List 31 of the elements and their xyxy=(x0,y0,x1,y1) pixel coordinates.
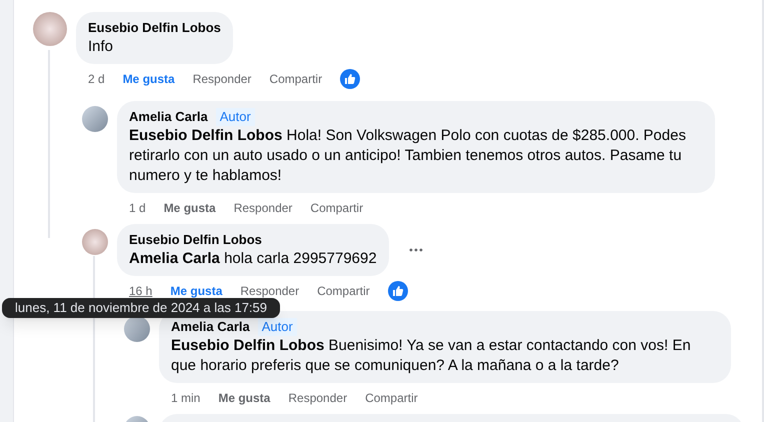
reply-link[interactable]: Responder xyxy=(288,389,348,407)
share-link[interactable]: Compartir xyxy=(317,282,370,300)
comment-text: Eusebio Delfin Lobos Buenisimo! Ya se van a estar contactando con vos! En que horario preferis que se comuniquen? A la mañana o a la tarde? xyxy=(171,336,692,376)
reply-link[interactable]: Responder xyxy=(192,70,252,88)
author-name[interactable]: Eusebio Delfin Lobos xyxy=(129,231,262,249)
comment-time[interactable]: 1 d xyxy=(129,199,146,217)
like-link[interactable]: Me gusta xyxy=(170,282,222,300)
like-reaction-icon xyxy=(388,281,408,301)
like-reaction-icon xyxy=(340,69,360,89)
comment-time[interactable]: 1 min xyxy=(171,389,200,407)
author-name[interactable]: Amelia Carla xyxy=(129,108,208,126)
comment-text: Eusebio Delfin Lobos Hola! Son Volkswagen Polo con cuotas de $285.000. Podes retirarlo con un auto usado o un anticipo! Tambien tenemos otros autos. Pasame tu numero y te hablamos! xyxy=(129,126,687,186)
more-options-icon[interactable] xyxy=(408,248,423,252)
comment-time[interactable]: 2 d xyxy=(88,70,105,88)
reply-link[interactable]: Responder xyxy=(234,199,292,217)
comment-time[interactable]: 16 h xyxy=(129,282,152,300)
author-name[interactable]: Eusebio Delfin Lobos xyxy=(88,19,221,37)
reply-link[interactable]: Responder xyxy=(240,282,300,300)
share-link[interactable]: Compartir xyxy=(310,199,364,217)
like-link[interactable]: Me gusta xyxy=(122,70,175,88)
author-badge: Autor xyxy=(216,108,255,126)
author-name[interactable]: Amelia Carla xyxy=(171,318,250,336)
avatar[interactable] xyxy=(124,316,150,342)
like-link[interactable]: Me gusta xyxy=(218,389,270,407)
comment-text: Amelia Carla hola carla 2995779692 xyxy=(129,249,377,269)
date-tooltip: lunes, 11 de noviembre de 2024 a las 17:59 xyxy=(2,298,280,318)
comment-text: Info xyxy=(88,37,114,57)
like-link[interactable]: Me gusta xyxy=(164,199,216,217)
share-link[interactable]: Compartir xyxy=(365,389,418,407)
share-link[interactable]: Compartir xyxy=(269,70,322,88)
author-badge: Autor xyxy=(258,318,297,336)
